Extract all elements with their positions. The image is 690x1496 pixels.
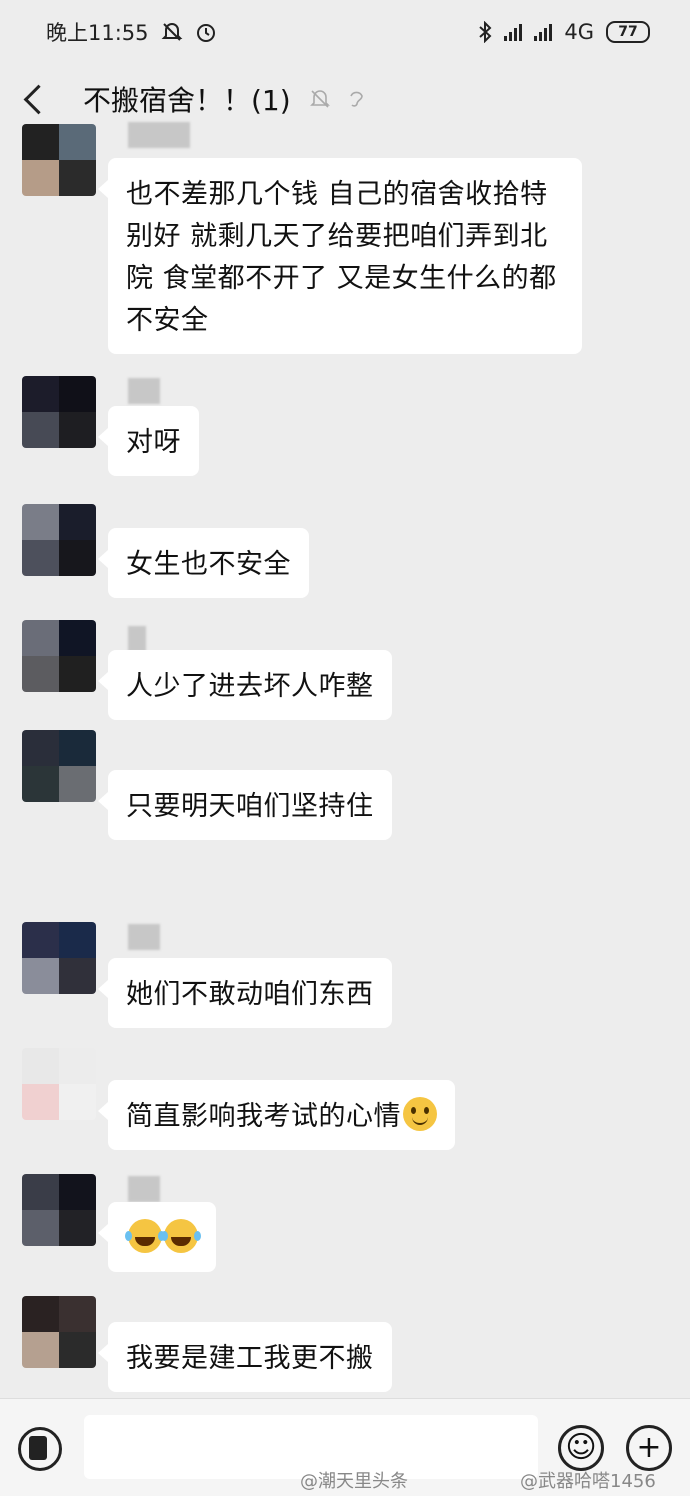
laugh-cry-emoji-icon [161, 1219, 198, 1253]
sender-name [128, 378, 160, 404]
message-bubble[interactable]: 只要明天咱们坚持住 [98, 770, 392, 840]
status-time: 晚上11:55 [46, 21, 149, 45]
avatar-tile [59, 1210, 96, 1246]
emoji-icon[interactable]: ☺ [558, 1425, 604, 1471]
message-bubble[interactable]: 也不差那几个钱 自己的宿舍收拾特别好 就剩几天了给要把咱们弄到北院 食堂都不开了… [98, 158, 582, 354]
avatar-tile [59, 412, 96, 448]
sender-name [128, 626, 146, 652]
avatar-tile [22, 1174, 59, 1210]
avatar-tile [22, 540, 59, 576]
message-bubble[interactable]: 女生也不安全 [98, 528, 309, 598]
plus-icon[interactable]: + [626, 1425, 672, 1471]
mute-notification-icon [161, 23, 182, 41]
avatar-tile [59, 656, 96, 692]
avatar-tile [22, 1296, 59, 1332]
avatar-tile [59, 922, 96, 958]
avatar-tile [59, 766, 96, 802]
avatar-tile [59, 1332, 96, 1368]
message-bubble[interactable] [98, 1202, 216, 1272]
avatar-tile [22, 766, 59, 802]
status-right: 4G 77 [478, 20, 650, 44]
avatar-tile [22, 376, 59, 412]
avatar-tile [22, 620, 59, 656]
signal-icon-2 [534, 23, 553, 41]
avatar[interactable] [22, 376, 96, 448]
avatar-tile [22, 412, 59, 448]
mute-bell-icon [309, 90, 330, 108]
message-text: 简直影响我考试的心情 [126, 1101, 401, 1132]
message-bubble[interactable]: 她们不敢动咱们东西 [98, 958, 392, 1028]
status-bar: 晚上11:55 4G 77 [0, 0, 690, 64]
signal-icon [504, 23, 523, 41]
avatar-tile [22, 160, 59, 196]
ear-icon [349, 91, 363, 107]
back-icon[interactable] [23, 84, 54, 114]
message-text: 只要明天咱们坚持住 [126, 791, 374, 822]
avatar[interactable] [22, 1296, 96, 1368]
avatar-tile [59, 958, 96, 994]
avatar[interactable] [22, 1048, 96, 1120]
watermark-right: @武器哈嗒1456 [520, 1471, 656, 1492]
message-text: 也不差那几个钱 自己的宿舍收拾特别好 就剩几天了给要把咱们弄到北院 食堂都不开了… [126, 179, 557, 336]
avatar[interactable] [22, 922, 96, 994]
message-bubble[interactable]: 简直影响我考试的心情 [98, 1080, 455, 1150]
avatar-tile [59, 1174, 96, 1210]
bluetooth-icon [479, 21, 492, 43]
avatar-tile [59, 1296, 96, 1332]
message-text: 她们不敢动咱们东西 [126, 979, 374, 1010]
sender-name [128, 924, 160, 950]
watermark-left: @潮天里头条 [300, 1471, 408, 1492]
message-text: 对呀 [126, 427, 181, 458]
sender-name [128, 122, 190, 148]
sender-name [128, 1176, 160, 1202]
chat-header: 不搬宿舍！！(1) [0, 64, 690, 134]
avatar-tile [59, 504, 96, 540]
avatar-tile [59, 160, 96, 196]
avatar-tile [59, 1048, 96, 1084]
message-bubble[interactable]: 人少了进去坏人咋整 [98, 650, 392, 720]
avatar[interactable] [22, 124, 96, 196]
chat-title: 不搬宿舍！！(1) [83, 84, 291, 117]
status-left: 晚上11:55 [46, 17, 217, 47]
avatar-tile [22, 1084, 59, 1120]
message-bubble[interactable]: 我要是建工我更不搬 [98, 1322, 392, 1392]
avatar-tile [59, 124, 96, 160]
avatar-tile [59, 730, 96, 766]
message-text: 我要是建工我更不搬 [126, 1343, 374, 1374]
avatar-tile [59, 540, 96, 576]
avatar-tile [22, 730, 59, 766]
battery-icon: 77 [606, 21, 650, 43]
message-bubble[interactable]: 对呀 [98, 406, 199, 476]
avatar-tile [22, 1048, 59, 1084]
message-text: 人少了进去坏人咋整 [126, 671, 374, 702]
avatar-tile [22, 1210, 59, 1246]
voice-icon[interactable] [18, 1427, 62, 1471]
avatar-tile [22, 922, 59, 958]
alarm-icon [196, 24, 215, 42]
avatar-tile [22, 958, 59, 994]
avatar-tile [59, 620, 96, 656]
network-type: 4G [564, 20, 594, 44]
avatar-tile [22, 656, 59, 692]
avatar-tile [22, 124, 59, 160]
avatar[interactable] [22, 730, 96, 802]
avatar[interactable] [22, 620, 96, 692]
avatar-tile [59, 1084, 96, 1120]
avatar-tile [22, 504, 59, 540]
smile-emoji-icon [403, 1097, 437, 1131]
avatar[interactable] [22, 504, 96, 576]
laugh-cry-emoji-icon [125, 1219, 162, 1253]
avatar-tile [22, 1332, 59, 1368]
avatar[interactable] [22, 1174, 96, 1246]
message-text: 女生也不安全 [126, 549, 291, 580]
avatar-tile [59, 376, 96, 412]
